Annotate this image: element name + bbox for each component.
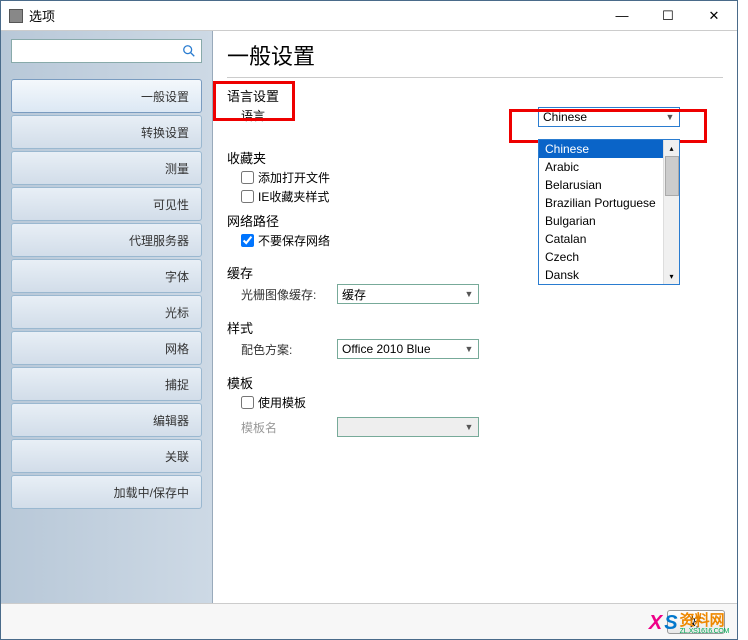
maximize-button[interactable]: ☐ [645, 1, 691, 31]
chevron-down-icon: ▼ [464, 344, 474, 354]
nav-label: 代理服务器 [129, 232, 189, 249]
options-window: 选项 — ☐ ✕ 一般设置 转换设置 测量 可见性 代理服务器 字体 光标 网格… [0, 0, 738, 640]
nav-label: 编辑器 [153, 412, 189, 429]
chk-add-open-file[interactable] [241, 171, 254, 184]
nav-cursor[interactable]: 光标 [11, 295, 202, 329]
nav-label: 测量 [165, 160, 189, 177]
chevron-down-icon: ▼ [464, 422, 474, 432]
template-name-label: 模板名 [227, 419, 327, 436]
app-icon [9, 9, 23, 23]
scroll-down-icon[interactable]: ▾ [664, 268, 679, 284]
search-input[interactable] [16, 44, 181, 58]
chevron-down-icon: ▼ [665, 112, 675, 122]
language-dropdown[interactable]: Chinese Arabic Belarusian Brazilian Port… [538, 139, 680, 285]
language-label: 语言 [227, 107, 265, 124]
nav-general[interactable]: 一般设置 [11, 79, 202, 113]
nav-visibility[interactable]: 可见性 [11, 187, 202, 221]
chevron-down-icon: ▼ [464, 289, 474, 299]
nav-label: 加载中/保存中 [114, 484, 189, 501]
nav-snap[interactable]: 捕捉 [11, 367, 202, 401]
close-button[interactable]: ✕ [691, 1, 737, 31]
sidebar: 一般设置 转换设置 测量 可见性 代理服务器 字体 光标 网格 捕捉 编辑器 关… [1, 31, 213, 603]
style-combo[interactable]: Office 2010 Blue ▼ [337, 339, 479, 359]
nav-proxy[interactable]: 代理服务器 [11, 223, 202, 257]
nav-label: 捕捉 [165, 376, 189, 393]
nav-label: 可见性 [153, 196, 189, 213]
section-language-legend: 语言设置 [227, 86, 723, 105]
dropdown-option-bulgarian[interactable]: Bulgarian [539, 212, 679, 230]
language-combo-value: Chinese [543, 110, 665, 124]
nav-label: 字体 [165, 268, 189, 285]
style-combo-value: Office 2010 Blue [342, 342, 464, 356]
search-icon[interactable] [181, 43, 197, 59]
nav-label: 关联 [165, 448, 189, 465]
body: 一般设置 转换设置 测量 可见性 代理服务器 字体 光标 网格 捕捉 编辑器 关… [1, 31, 737, 603]
template-combo: ▼ [337, 417, 479, 437]
style-label: 配色方案: [227, 341, 327, 358]
nav-grid[interactable]: 网格 [11, 331, 202, 365]
section-template-legend: 模板 [227, 373, 723, 392]
nav-editor[interactable]: 编辑器 [11, 403, 202, 437]
footer: 好 [1, 603, 737, 639]
scroll-up-icon[interactable]: ▴ [664, 140, 679, 156]
scroll-thumb[interactable] [665, 156, 679, 196]
dropdown-option-dansk[interactable]: Dansk [539, 266, 679, 284]
language-combo[interactable]: Chinese ▼ [538, 107, 680, 127]
chk-no-save-network[interactable] [241, 234, 254, 247]
window-title: 选项 [29, 6, 599, 25]
nav-loadsave[interactable]: 加载中/保存中 [11, 475, 202, 509]
chk-ie-favorites-label: IE收藏夹样式 [258, 188, 329, 205]
nav-label: 一般设置 [141, 88, 189, 105]
nav-font[interactable]: 字体 [11, 259, 202, 293]
dropdown-scrollbar[interactable]: ▴ ▾ [663, 140, 679, 284]
window-controls: — ☐ ✕ [599, 1, 737, 31]
nav-convert[interactable]: 转换设置 [11, 115, 202, 149]
nav-label: 光标 [165, 304, 189, 321]
minimize-button[interactable]: — [599, 1, 645, 31]
main-panel: 一般设置 语言设置 语言 Chinese ▼ 收藏夹 添加打开文件 [213, 31, 737, 603]
chk-no-save-network-label: 不要保存网络 [258, 232, 330, 249]
chk-ie-favorites[interactable] [241, 190, 254, 203]
cache-combo[interactable]: 缓存 ▼ [337, 284, 479, 304]
nav-label: 网格 [165, 340, 189, 357]
cache-combo-value: 缓存 [342, 286, 464, 303]
nav-measure[interactable]: 测量 [11, 151, 202, 185]
ok-button[interactable]: 好 [667, 610, 725, 634]
search-box[interactable] [11, 39, 202, 63]
ok-button-label: 好 [690, 615, 702, 629]
nav-label: 转换设置 [141, 124, 189, 141]
section-style-legend: 样式 [227, 318, 723, 337]
chk-use-template[interactable] [241, 396, 254, 409]
dropdown-option-czech[interactable]: Czech [539, 248, 679, 266]
cache-label: 光栅图像缓存: [227, 286, 327, 303]
titlebar: 选项 — ☐ ✕ [1, 1, 737, 31]
page-title: 一般设置 [227, 39, 723, 78]
chk-use-template-label: 使用模板 [258, 394, 306, 411]
nav-assoc[interactable]: 关联 [11, 439, 202, 473]
dropdown-option-belarusian[interactable]: Belarusian [539, 176, 679, 194]
dropdown-option-arabic[interactable]: Arabic [539, 158, 679, 176]
dropdown-option-catalan[interactable]: Catalan [539, 230, 679, 248]
chk-add-open-file-label: 添加打开文件 [258, 169, 330, 186]
dropdown-option-chinese[interactable]: Chinese [539, 140, 679, 158]
dropdown-option-brazilian-portuguese[interactable]: Brazilian Portuguese [539, 194, 679, 212]
